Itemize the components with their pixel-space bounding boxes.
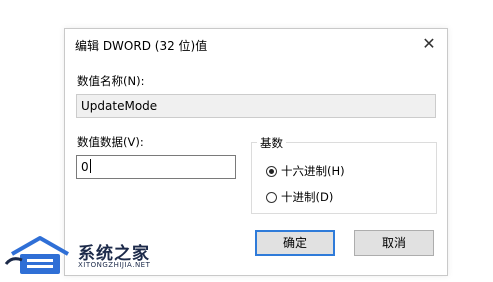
cancel-button[interactable]: 取消: [354, 230, 434, 256]
house-logo-icon: [4, 236, 69, 274]
text-caret: [89, 159, 91, 173]
base-groupbox: 基数 十六进制(H) 十进制(D): [251, 135, 437, 214]
radio-unchecked-icon: [266, 191, 277, 203]
radio-checked-icon: [266, 165, 277, 177]
radio-decimal-label: 十进制(D): [281, 190, 334, 204]
watermark-logo: 系统之家 XITONGZHIJIA.NET: [4, 234, 194, 278]
radio-hexadecimal[interactable]: 十六进制(H): [266, 163, 345, 179]
radio-decimal[interactable]: 十进制(D): [266, 189, 333, 205]
value-data-text: 0: [81, 160, 89, 174]
value-name-label: 数值名称(N):: [77, 74, 145, 88]
title-bar: 编辑 DWORD (32 位)值 ✕: [65, 29, 447, 61]
close-icon[interactable]: ✕: [419, 34, 439, 54]
value-data-label: 数值数据(V):: [77, 135, 144, 149]
value-name-text: UpdateMode: [81, 99, 158, 113]
base-group-title: 基数: [257, 135, 286, 151]
dialog-title: 编辑 DWORD (32 位)值: [75, 39, 208, 53]
watermark-url: XITONGZHIJIA.NET: [78, 261, 151, 269]
value-data-input[interactable]: 0: [76, 155, 236, 179]
ok-button[interactable]: 确定: [255, 230, 335, 256]
radio-hexadecimal-label: 十六进制(H): [281, 164, 345, 178]
value-name-field: UpdateMode: [76, 94, 436, 118]
